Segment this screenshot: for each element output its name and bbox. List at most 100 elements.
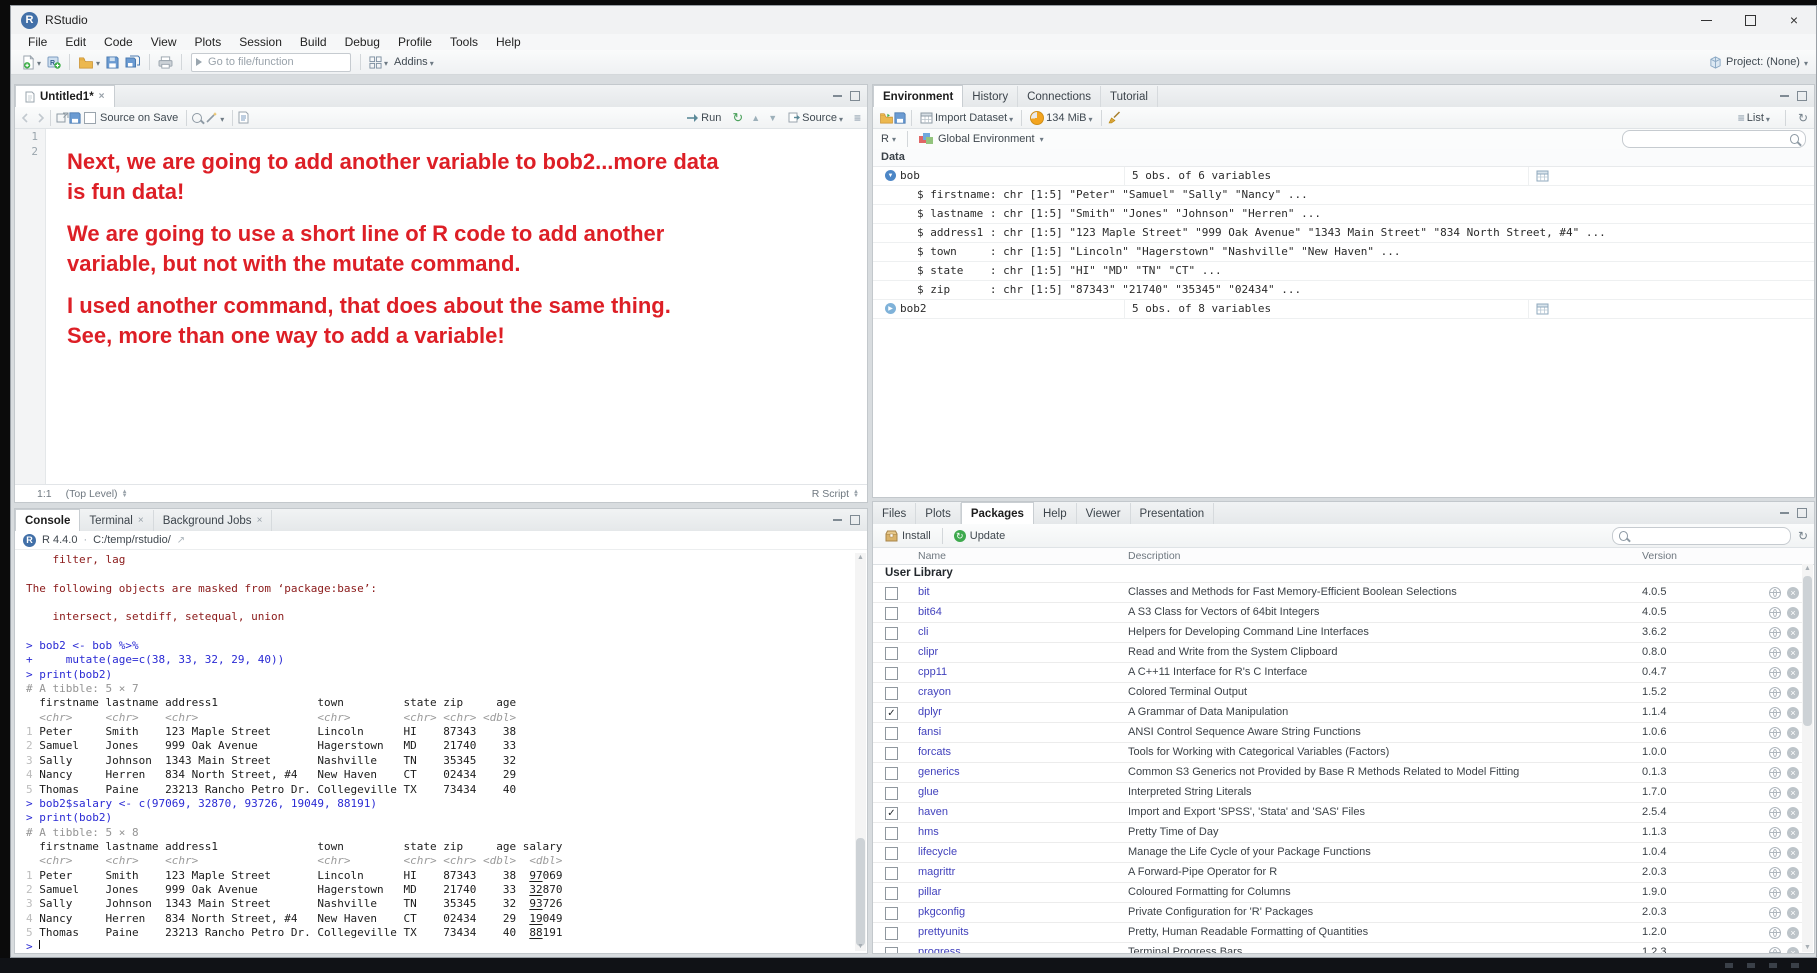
menu-build[interactable]: Build — [291, 35, 336, 49]
print-button[interactable] — [155, 54, 176, 71]
pane-maximize-icon[interactable] — [850, 91, 860, 101]
rerun-icon[interactable]: ↻ — [732, 110, 743, 126]
package-name-link[interactable]: magrittr — [918, 863, 955, 882]
view-data-grid-icon[interactable] — [1536, 170, 1549, 182]
package-remove-icon[interactable] — [1787, 767, 1799, 779]
package-website-icon[interactable] — [1769, 667, 1781, 679]
package-loaded-checkbox[interactable] — [885, 667, 898, 680]
tab-viewer[interactable]: Viewer — [1077, 503, 1131, 524]
package-loaded-checkbox[interactable] — [885, 827, 898, 840]
view-data-grid-icon[interactable] — [1536, 303, 1549, 315]
package-website-icon[interactable] — [1769, 927, 1781, 939]
source-editor[interactable]: 1 2 Next, we are going to add another va… — [15, 129, 867, 485]
install-button[interactable]: Install — [879, 528, 937, 544]
source-on-save-checkbox[interactable] — [84, 112, 96, 124]
packages-scroll-thumb[interactable] — [1803, 576, 1812, 726]
open-file-button[interactable] — [75, 51, 103, 73]
package-loaded-checkbox[interactable] — [885, 687, 898, 700]
packages-scrollbar[interactable]: ▲ ▼ — [1802, 564, 1813, 952]
package-remove-icon[interactable] — [1787, 707, 1799, 719]
package-remove-icon[interactable] — [1787, 827, 1799, 839]
package-website-icon[interactable] — [1769, 747, 1781, 759]
console-scrollbar[interactable]: ▲ ▼ — [855, 553, 866, 951]
menu-tools[interactable]: Tools — [441, 35, 487, 49]
menu-view[interactable]: View — [142, 35, 186, 49]
package-loaded-checkbox[interactable] — [885, 927, 898, 940]
expand-icon[interactable]: ▶ — [885, 303, 896, 314]
maximize-button[interactable] — [1728, 6, 1772, 34]
tab-terminal[interactable]: Terminal× — [80, 510, 153, 531]
menu-session[interactable]: Session — [230, 35, 291, 49]
collapse-icon[interactable]: ▼ — [885, 170, 896, 181]
package-name-link[interactable]: bit — [918, 583, 930, 602]
package-loaded-checkbox[interactable] — [885, 747, 898, 760]
tab-tutorial[interactable]: Tutorial — [1101, 86, 1158, 107]
package-remove-icon[interactable] — [1787, 647, 1799, 659]
pane-maximize-icon[interactable] — [1797, 91, 1807, 101]
package-name-link[interactable]: pillar — [918, 883, 941, 902]
refresh-packages-icon[interactable] — [1798, 527, 1808, 545]
package-website-icon[interactable] — [1769, 627, 1781, 639]
document-outline-icon[interactable]: ≡ — [854, 111, 861, 125]
package-name-link[interactable]: dplyr — [918, 703, 942, 722]
menu-edit[interactable]: Edit — [56, 35, 95, 49]
compile-report-icon[interactable] — [238, 111, 249, 124]
language-selector[interactable]: R — [881, 133, 896, 145]
env-object-row-bob2[interactable]: ▶bob25 obs. of 8 variables — [873, 300, 1814, 319]
packages-search[interactable] — [1612, 527, 1791, 545]
package-remove-icon[interactable] — [1787, 667, 1799, 679]
save-button[interactable] — [103, 54, 122, 71]
package-remove-icon[interactable] — [1787, 927, 1799, 939]
list-view-button[interactable]: ≡ List — [1735, 107, 1773, 129]
package-name-link[interactable]: lifecycle — [918, 843, 957, 862]
package-remove-icon[interactable] — [1787, 727, 1799, 739]
package-name-link[interactable]: progress — [918, 943, 961, 953]
package-remove-icon[interactable] — [1787, 807, 1799, 819]
package-website-icon[interactable] — [1769, 907, 1781, 919]
pane-maximize-icon[interactable] — [1797, 508, 1807, 518]
package-loaded-checkbox[interactable] — [885, 847, 898, 860]
tab-console[interactable]: Console — [15, 509, 80, 532]
scope-selector[interactable]: (Top Level) ▲▼ — [66, 488, 128, 500]
console-scroll-thumb[interactable] — [856, 838, 865, 946]
package-remove-icon[interactable] — [1787, 887, 1799, 899]
package-website-icon[interactable] — [1769, 647, 1781, 659]
load-workspace-icon[interactable] — [879, 112, 894, 124]
goto-file-input[interactable] — [206, 55, 346, 69]
tab-close-icon[interactable]: × — [138, 515, 144, 526]
menu-file[interactable]: File — [19, 35, 56, 49]
package-loaded-checkbox[interactable] — [885, 767, 898, 780]
update-button[interactable]: ↻ Update — [948, 528, 1011, 544]
package-loaded-checkbox[interactable] — [885, 947, 898, 954]
package-loaded-checkbox[interactable] — [885, 787, 898, 800]
tab-close-icon[interactable]: × — [257, 515, 263, 526]
package-website-icon[interactable] — [1769, 867, 1781, 879]
package-website-icon[interactable] — [1769, 827, 1781, 839]
menu-debug[interactable]: Debug — [336, 35, 389, 49]
package-remove-icon[interactable] — [1787, 747, 1799, 759]
filetype-selector[interactable]: R Script ▲▼ — [812, 488, 859, 500]
back-icon[interactable] — [21, 113, 33, 123]
package-loaded-checkbox[interactable] — [885, 647, 898, 660]
package-remove-icon[interactable] — [1787, 787, 1799, 799]
package-loaded-checkbox[interactable] — [885, 607, 898, 620]
package-remove-icon[interactable] — [1787, 587, 1799, 599]
clear-workspace-broom-icon[interactable] — [1107, 111, 1121, 124]
next-section-icon[interactable]: ▼ — [768, 113, 777, 123]
tab-history[interactable]: History — [963, 86, 1018, 107]
pkg-scroll-down-icon[interactable]: ▼ — [1802, 944, 1813, 951]
package-loaded-checkbox[interactable] — [885, 587, 898, 600]
tab-close-icon[interactable]: × — [99, 91, 105, 102]
package-name-link[interactable]: crayon — [918, 683, 951, 702]
package-remove-icon[interactable] — [1787, 867, 1799, 879]
popout-icon[interactable] — [56, 112, 69, 123]
package-name-link[interactable]: cpp11 — [918, 663, 947, 682]
new-file-button[interactable] — [19, 51, 44, 73]
package-name-link[interactable]: generics — [918, 763, 960, 782]
minimize-button[interactable] — [1684, 6, 1728, 34]
import-dataset-button[interactable]: Import Dataset — [917, 107, 1016, 129]
save-workspace-icon[interactable] — [894, 112, 906, 124]
pkg-scroll-up-icon[interactable]: ▲ — [1802, 565, 1813, 572]
tab-files[interactable]: Files — [873, 503, 916, 524]
package-name-link[interactable]: hms — [918, 823, 939, 842]
